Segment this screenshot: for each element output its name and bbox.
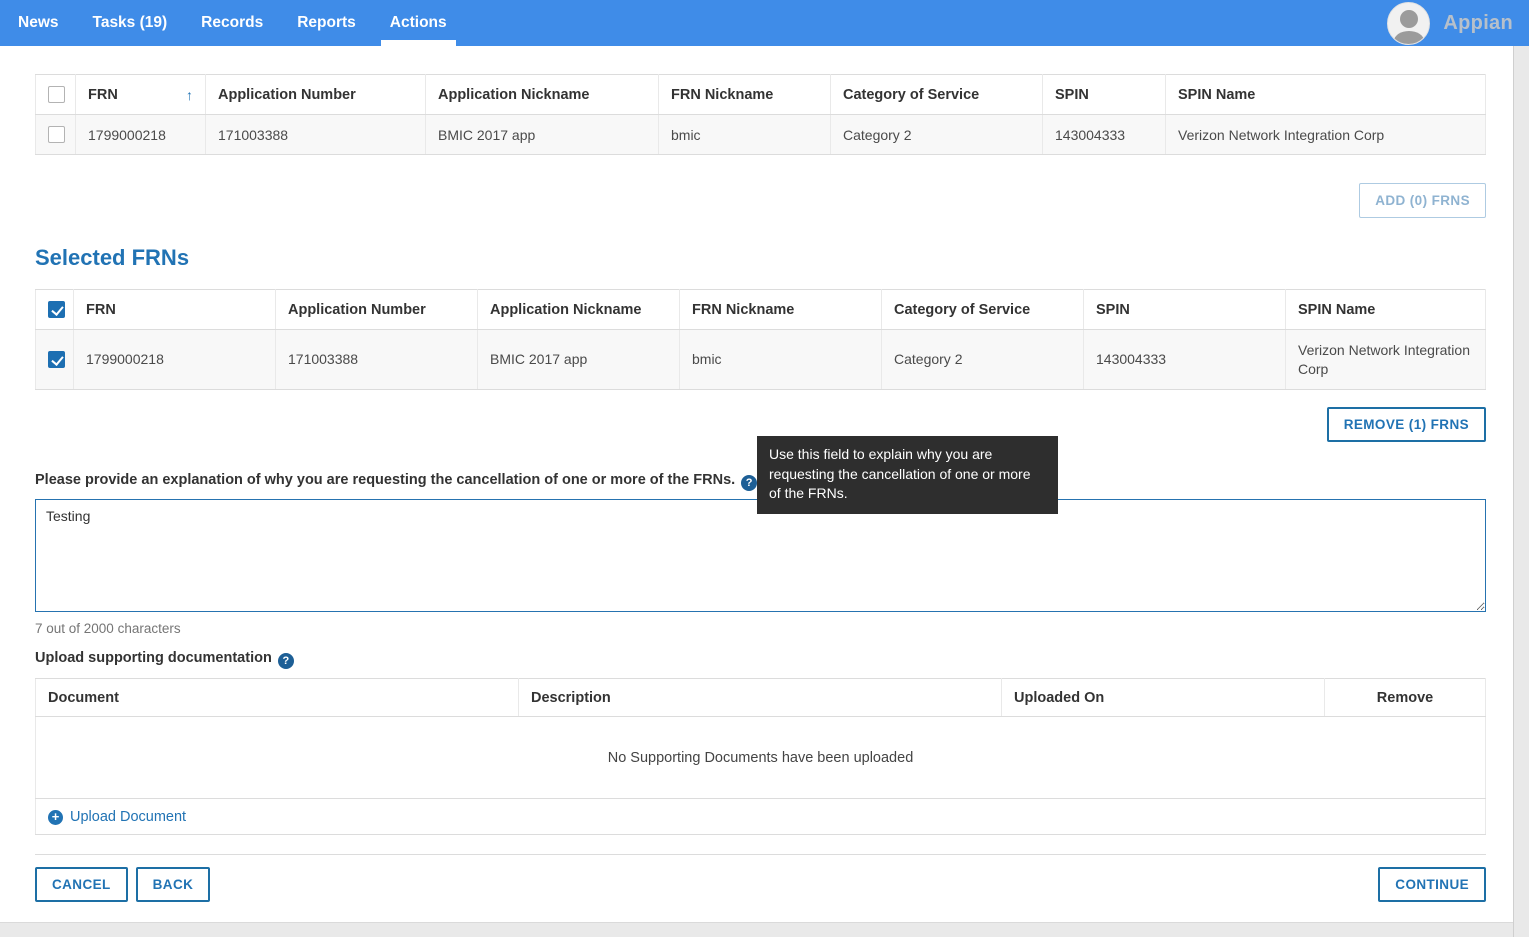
select-all-checkbox[interactable] bbox=[48, 86, 65, 103]
column-header-document: Document bbox=[36, 679, 519, 717]
cell-application-nickname: BMIC 2017 app bbox=[478, 330, 680, 390]
sort-ascending-icon[interactable]: ↑ bbox=[186, 87, 193, 103]
upload-document-row: + Upload Document bbox=[36, 799, 1486, 835]
avatar-person-icon-body bbox=[1394, 31, 1424, 45]
avatar-person-icon bbox=[1400, 10, 1418, 28]
cell-category-of-service: Category 2 bbox=[882, 330, 1084, 390]
cell-application-nickname: BMIC 2017 app bbox=[426, 115, 659, 155]
cell-frn-nickname: bmic bbox=[680, 330, 882, 390]
footer-actions: CANCEL BACK CONTINUE bbox=[35, 855, 1486, 902]
cell-spin: 143004333 bbox=[1043, 115, 1166, 155]
cell-category-of-service: Category 2 bbox=[831, 115, 1043, 155]
upload-document-link[interactable]: + Upload Document bbox=[48, 809, 186, 825]
documents-table: Document Description Uploaded On Remove … bbox=[35, 678, 1486, 835]
table-row: 1799000218 171003388 BMIC 2017 app bmic … bbox=[36, 115, 1486, 155]
documents-header-row: Document Description Uploaded On Remove bbox=[36, 679, 1486, 717]
column-header-frn[interactable]: FRN ↑ bbox=[76, 75, 206, 115]
cell-frn: 1799000218 bbox=[74, 330, 276, 390]
upload-documentation-label-text: Upload supporting documentation bbox=[35, 650, 272, 666]
column-header-application-number[interactable]: Application Number bbox=[206, 75, 426, 115]
character-counter: 7 out of 2000 characters bbox=[35, 621, 1486, 636]
column-header-application-number: Application Number bbox=[276, 290, 478, 330]
available-frns-table: FRN ↑ Application Number Application Nic… bbox=[35, 74, 1486, 155]
page-bottom-edge bbox=[0, 922, 1513, 937]
column-header-spin: SPIN bbox=[1084, 290, 1286, 330]
remove-frns-button[interactable]: REMOVE (1) FRNS bbox=[1327, 407, 1486, 442]
column-header-uploaded-on: Uploaded On bbox=[1002, 679, 1325, 717]
add-frns-button[interactable]: ADD (0) FRNS bbox=[1359, 183, 1486, 218]
cancel-button[interactable]: CANCEL bbox=[35, 867, 128, 902]
selected-frns-heading: Selected FRNs bbox=[35, 245, 1486, 271]
nav-tab-records[interactable]: Records bbox=[201, 0, 263, 46]
selected-frns-table: FRN Application Number Application Nickn… bbox=[35, 289, 1486, 390]
cell-frn-nickname: bmic bbox=[659, 115, 831, 155]
cell-application-number: 171003388 bbox=[206, 115, 426, 155]
continue-button[interactable]: CONTINUE bbox=[1378, 867, 1486, 902]
nav-tab-reports[interactable]: Reports bbox=[297, 0, 356, 46]
explanation-label-text: Please provide an explanation of why you… bbox=[35, 472, 735, 488]
selected-frns-header-row: FRN Application Number Application Nickn… bbox=[36, 290, 1486, 330]
table-row: 1799000218 171003388 BMIC 2017 app bmic … bbox=[36, 330, 1486, 390]
upload-documentation-label: Upload supporting documentation? bbox=[35, 650, 1486, 669]
top-navbar: News Tasks (19) Records Reports Actions … bbox=[0, 0, 1529, 46]
column-header-application-nickname: Application Nickname bbox=[478, 290, 680, 330]
column-header-frn-label: FRN bbox=[88, 87, 118, 103]
column-header-category-of-service[interactable]: Category of Service bbox=[831, 75, 1043, 115]
column-header-description: Description bbox=[519, 679, 1002, 717]
column-header-application-nickname[interactable]: Application Nickname bbox=[426, 75, 659, 115]
cell-spin-name: Verizon Network Integration Corp bbox=[1286, 330, 1486, 390]
column-header-remove: Remove bbox=[1325, 679, 1486, 717]
back-button[interactable]: BACK bbox=[136, 867, 211, 902]
help-tooltip: Use this field to explain why you are re… bbox=[757, 436, 1058, 514]
column-header-category-of-service: Category of Service bbox=[882, 290, 1084, 330]
vertical-scrollbar[interactable] bbox=[1513, 46, 1529, 937]
help-icon[interactable]: ? bbox=[278, 653, 294, 669]
cell-application-number: 171003388 bbox=[276, 330, 478, 390]
cell-spin-name: Verizon Network Integration Corp bbox=[1166, 115, 1486, 155]
row-checkbox[interactable] bbox=[48, 126, 65, 143]
nav-tab-actions[interactable]: Actions bbox=[390, 0, 447, 46]
navbar-right: Appian bbox=[1387, 0, 1513, 46]
column-header-spin-name: SPIN Name bbox=[1286, 290, 1486, 330]
nav-tab-tasks[interactable]: Tasks (19) bbox=[93, 0, 168, 46]
selected-select-all-checkbox[interactable] bbox=[48, 301, 65, 318]
documents-empty-row: No Supporting Documents have been upload… bbox=[36, 717, 1486, 799]
empty-documents-message: No Supporting Documents have been upload… bbox=[36, 717, 1486, 799]
upload-document-link-label: Upload Document bbox=[70, 809, 186, 825]
column-header-spin[interactable]: SPIN bbox=[1043, 75, 1166, 115]
cell-spin: 143004333 bbox=[1084, 330, 1286, 390]
user-avatar[interactable] bbox=[1387, 2, 1430, 45]
row-checkbox[interactable] bbox=[48, 351, 65, 368]
explanation-textarea[interactable]: Testing bbox=[35, 499, 1486, 612]
plus-circle-icon: + bbox=[48, 810, 63, 825]
column-header-frn: FRN bbox=[74, 290, 276, 330]
nav-tab-news[interactable]: News bbox=[18, 0, 59, 46]
column-header-spin-name[interactable]: SPIN Name bbox=[1166, 75, 1486, 115]
available-frns-header-row: FRN ↑ Application Number Application Nic… bbox=[36, 75, 1486, 115]
help-icon[interactable]: ? bbox=[741, 475, 757, 491]
cell-frn: 1799000218 bbox=[76, 115, 206, 155]
column-header-frn-nickname: FRN Nickname bbox=[680, 290, 882, 330]
appian-logo: Appian bbox=[1443, 12, 1513, 35]
column-header-frn-nickname[interactable]: FRN Nickname bbox=[659, 75, 831, 115]
